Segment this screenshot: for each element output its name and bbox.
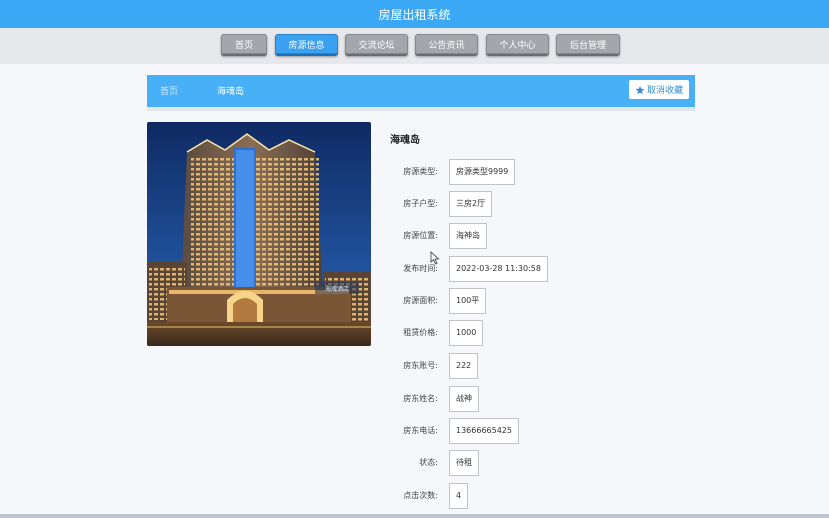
nav-news[interactable]: 公告资讯 xyxy=(415,34,478,56)
page-bottom-edge xyxy=(0,514,829,518)
field-label: 房源位置: xyxy=(403,231,438,240)
nav-home[interactable]: 首页 xyxy=(221,34,267,56)
hotel-sign-text: 海魂酒店 xyxy=(325,285,349,293)
star-icon xyxy=(635,85,645,94)
hotel-building-image: 海魂酒店 xyxy=(147,122,371,346)
field-label: 房源类型: xyxy=(403,167,438,176)
mouse-cursor-icon xyxy=(430,251,440,265)
field-value: 2022-03-28 11:30:58 xyxy=(449,256,548,282)
field-value: 13666665425 xyxy=(449,418,519,444)
field-value: 222 xyxy=(449,353,479,379)
unfavorite-label: 取消收藏 xyxy=(646,86,683,96)
field-value: 房源类型9999 xyxy=(449,159,516,185)
breadcrumb-current: 海魂岛 xyxy=(217,87,245,97)
breadcrumb-home[interactable]: 首页 xyxy=(160,84,178,97)
field-label: 点击次数: xyxy=(403,491,438,500)
field-label: 房东姓名: xyxy=(403,394,438,403)
app-title-bar: 房屋出租系统 xyxy=(0,0,829,28)
field-value: 待租 xyxy=(449,450,479,476)
breadcrumb: 首页 海魂岛 取消收藏 xyxy=(147,75,695,111)
field-value: 战神 xyxy=(449,386,479,412)
listing-title: 海魂岛 xyxy=(390,135,420,146)
field-label: 房东电话: xyxy=(403,426,438,435)
breadcrumb-shadow xyxy=(147,107,695,111)
field-value: 4 xyxy=(449,483,469,509)
main-nav: 首页 房源信息 交流论坛 公告资讯 个人中心 后台管理 xyxy=(0,28,829,64)
nav-admin[interactable]: 后台管理 xyxy=(556,34,620,56)
field-label: 房东账号: xyxy=(403,361,438,370)
field-value: 1000 xyxy=(449,320,484,346)
field-label: 租赁价格: xyxy=(403,328,438,337)
field-label: 状态: xyxy=(419,458,438,467)
nav-listings[interactable]: 房源信息 xyxy=(275,34,338,56)
app-title: 房屋出租系统 xyxy=(378,7,451,22)
nav-forum[interactable]: 交流论坛 xyxy=(345,34,408,56)
field-label: 发布时间: xyxy=(403,264,438,273)
field-label: 房子户型: xyxy=(403,199,438,208)
field-value: 100平 xyxy=(449,288,487,314)
nav-profile[interactable]: 个人中心 xyxy=(486,34,549,56)
field-label: 房源面积: xyxy=(403,296,438,305)
unfavorite-button[interactable]: 取消收藏 xyxy=(629,80,689,99)
field-value: 海神岛 xyxy=(449,223,487,249)
listing-photo: 海魂酒店 xyxy=(147,122,371,346)
field-value: 三房2厅 xyxy=(449,191,493,217)
